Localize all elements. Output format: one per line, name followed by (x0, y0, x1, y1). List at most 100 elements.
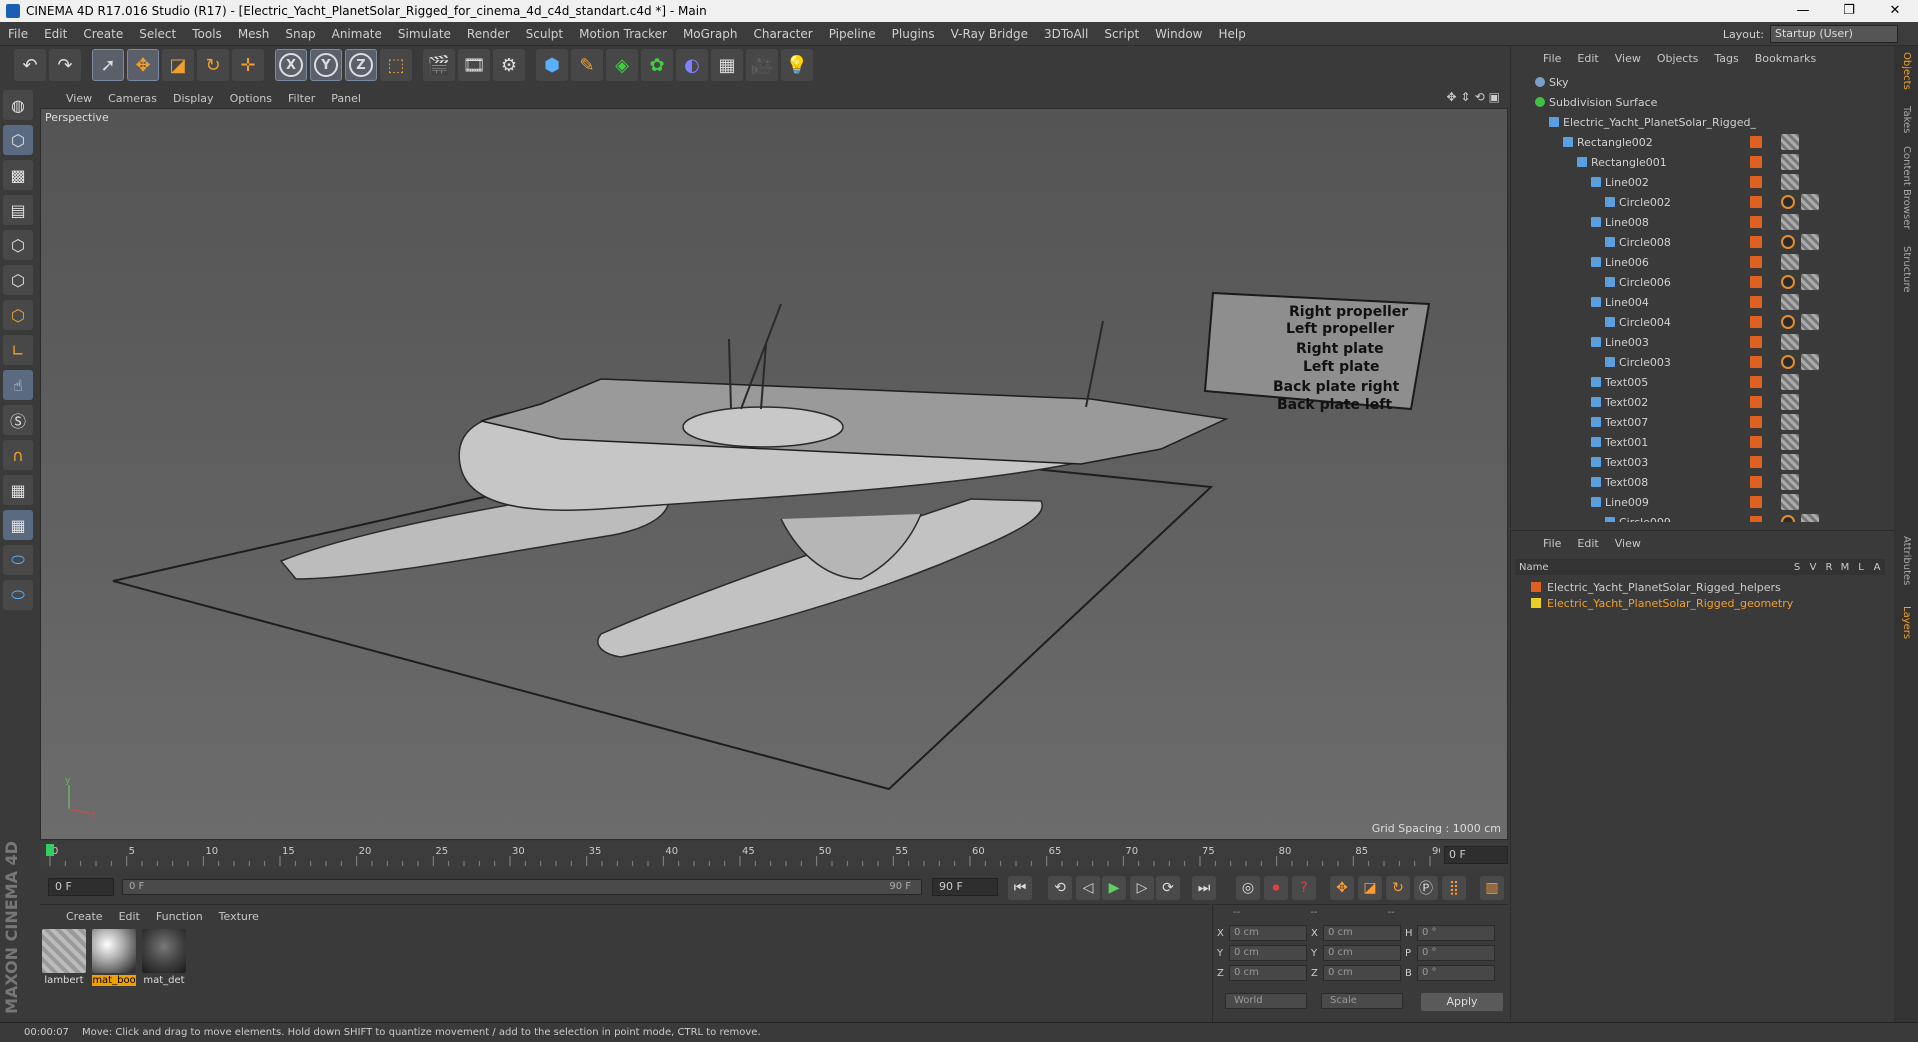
menu-simulate[interactable]: Simulate (390, 22, 459, 46)
object-menu-objects[interactable]: Objects (1651, 52, 1709, 65)
object-row[interactable]: Circle009 (1515, 512, 1887, 522)
next-key-icon[interactable]: ⟳ (1156, 876, 1180, 900)
object-row[interactable]: Line002 (1515, 172, 1887, 192)
python-console-icon[interactable]: ⬭ (3, 580, 33, 610)
texture-tag-icon[interactable] (1781, 334, 1799, 350)
object-row[interactable]: Line008 (1515, 212, 1887, 232)
menu-select[interactable]: Select (131, 22, 184, 46)
object-row[interactable]: Line003 (1515, 332, 1887, 352)
select-pointer-icon[interactable]: ➚ (92, 49, 124, 81)
object-row[interactable]: Line006 (1515, 252, 1887, 272)
make-editable-icon[interactable]: ◍ (3, 90, 33, 120)
viewport-menu-panel[interactable]: Panel (325, 92, 371, 105)
recent-tool-icon[interactable]: ✛ (232, 49, 264, 81)
material-swatch[interactable]: mat_boo (92, 929, 136, 986)
floor-environment-icon[interactable]: ▦ (711, 49, 743, 81)
object-menu-view[interactable]: View (1609, 52, 1651, 65)
texture-tag-icon[interactable] (1781, 414, 1799, 430)
layer-swatch[interactable] (1750, 496, 1762, 508)
cube-primitive-icon[interactable]: ⬢ (536, 49, 568, 81)
model-mode-icon[interactable]: ⬡ (3, 125, 33, 155)
edges-mode-icon[interactable]: ⬡ (3, 265, 33, 295)
pen-spline-icon[interactable]: ✎ (571, 49, 603, 81)
layer-swatch[interactable] (1750, 236, 1762, 248)
tab-takes[interactable]: Takes (1901, 106, 1912, 133)
close-button[interactable]: ✕ (1872, 0, 1918, 22)
layer-row[interactable]: Electric_Yacht_PlanetSolar_Rigged_helper… (1531, 579, 1781, 595)
move-tool-icon[interactable]: ✥ (127, 49, 159, 81)
python-script-icon[interactable]: ⬭ (3, 545, 33, 575)
texture-tag-icon[interactable] (1781, 294, 1799, 310)
magnet-snap-icon[interactable]: ∩ (3, 440, 33, 470)
workplane-lock-icon[interactable]: ▦ (3, 475, 33, 505)
autokey-icon[interactable]: ? (1292, 876, 1316, 900)
layer-row[interactable]: Electric_Yacht_PlanetSolar_Rigged_geomet… (1531, 595, 1793, 611)
layer-menu-file[interactable]: File (1537, 537, 1571, 550)
object-row[interactable]: Line009 (1515, 492, 1887, 512)
y-axis-lock-icon[interactable]: Y (310, 49, 342, 81)
object-row[interactable]: Text001 (1515, 432, 1887, 452)
rotation-b-field[interactable]: 0 ° (1417, 965, 1495, 981)
object-row[interactable]: Circle004 (1515, 312, 1887, 332)
menu-plugins[interactable]: Plugins (884, 22, 943, 46)
layer-swatch[interactable] (1750, 436, 1762, 448)
object-row[interactable]: Circle002 (1515, 192, 1887, 212)
menu-render[interactable]: Render (459, 22, 518, 46)
menu-edit[interactable]: Edit (36, 22, 75, 46)
array-generator-icon[interactable]: ✿ (641, 49, 673, 81)
menu-snap[interactable]: Snap (277, 22, 323, 46)
apply-button[interactable]: Apply (1421, 993, 1503, 1011)
keyframe-selection-icon[interactable]: ◎ (1236, 876, 1260, 900)
object-row[interactable]: Rectangle002 (1515, 132, 1887, 152)
rotate-tool-icon[interactable]: ↻ (197, 49, 229, 81)
layer-swatch[interactable] (1750, 516, 1762, 522)
pan-view-icon[interactable]: ✥ (1446, 90, 1456, 104)
object-menu-tags[interactable]: Tags (1708, 52, 1748, 65)
key-pla-icon[interactable]: ⣿ (1442, 876, 1466, 900)
timeline-ruler[interactable]: 051015202530354045505560657075808590 0 F (40, 842, 1508, 868)
coord-type-dropdown[interactable]: Scale (1321, 993, 1403, 1009)
start-frame-field[interactable]: 0 F (48, 878, 114, 896)
object-row[interactable]: Subdivision Surface (1515, 92, 1887, 112)
current-frame-field[interactable]: 0 F (1444, 846, 1508, 864)
tab-content-browser[interactable]: Content Browser (1901, 146, 1912, 229)
texture-tag-icon[interactable] (1801, 274, 1819, 290)
texture-tag-icon[interactable] (1781, 394, 1799, 410)
menu-tools[interactable]: Tools (184, 22, 230, 46)
texture-tag-icon[interactable] (1781, 154, 1799, 170)
material-menu-function[interactable]: Function (150, 910, 213, 923)
viewport-menu-view[interactable]: View (60, 92, 102, 105)
tweak-mode-icon[interactable]: ☝ (3, 370, 33, 400)
object-row[interactable]: Circle008 (1515, 232, 1887, 252)
material-swatch[interactable]: mat_det (142, 929, 186, 986)
layer-swatch[interactable] (1750, 216, 1762, 228)
layer-swatch[interactable] (1750, 196, 1762, 208)
perspective-viewport[interactable]: Right propeller Left propeller Right pla… (40, 108, 1508, 840)
menu-script[interactable]: Script (1096, 22, 1147, 46)
menu-help[interactable]: Help (1210, 22, 1253, 46)
texture-tag-icon[interactable] (1781, 174, 1799, 190)
object-row[interactable]: Electric_Yacht_PlanetSolar_Rigged_ (1515, 112, 1887, 132)
layer-swatch[interactable] (1750, 336, 1762, 348)
layer-menu-edit[interactable]: Edit (1571, 537, 1608, 550)
viewport-menu-filter[interactable]: Filter (282, 92, 325, 105)
viewport-menu-display[interactable]: Display (167, 92, 224, 105)
texture-tag-icon[interactable] (1781, 434, 1799, 450)
key-rotation-icon[interactable]: ↻ (1386, 876, 1410, 900)
scale-tool-icon[interactable]: ◪ (162, 49, 194, 81)
polygons-mode-icon[interactable]: ⬡ (3, 300, 33, 330)
coordinate-system-icon[interactable]: ⬚ (380, 49, 412, 81)
object-row[interactable]: Text005 (1515, 372, 1887, 392)
minimize-button[interactable]: — (1780, 0, 1826, 22)
position-x-field[interactable]: 0 cm (1229, 925, 1307, 941)
menu-mograph[interactable]: MoGraph (675, 22, 746, 46)
menu-mesh[interactable]: Mesh (230, 22, 278, 46)
texture-tag-icon[interactable] (1781, 494, 1799, 510)
object-row[interactable]: Rectangle001 (1515, 152, 1887, 172)
tab-structure[interactable]: Structure (1901, 246, 1912, 293)
menu-sculpt[interactable]: Sculpt (518, 22, 571, 46)
layer-swatch[interactable] (1750, 176, 1762, 188)
object-row[interactable]: Text002 (1515, 392, 1887, 412)
texture-tag-icon[interactable] (1781, 254, 1799, 270)
layer-swatch[interactable] (1750, 456, 1762, 468)
